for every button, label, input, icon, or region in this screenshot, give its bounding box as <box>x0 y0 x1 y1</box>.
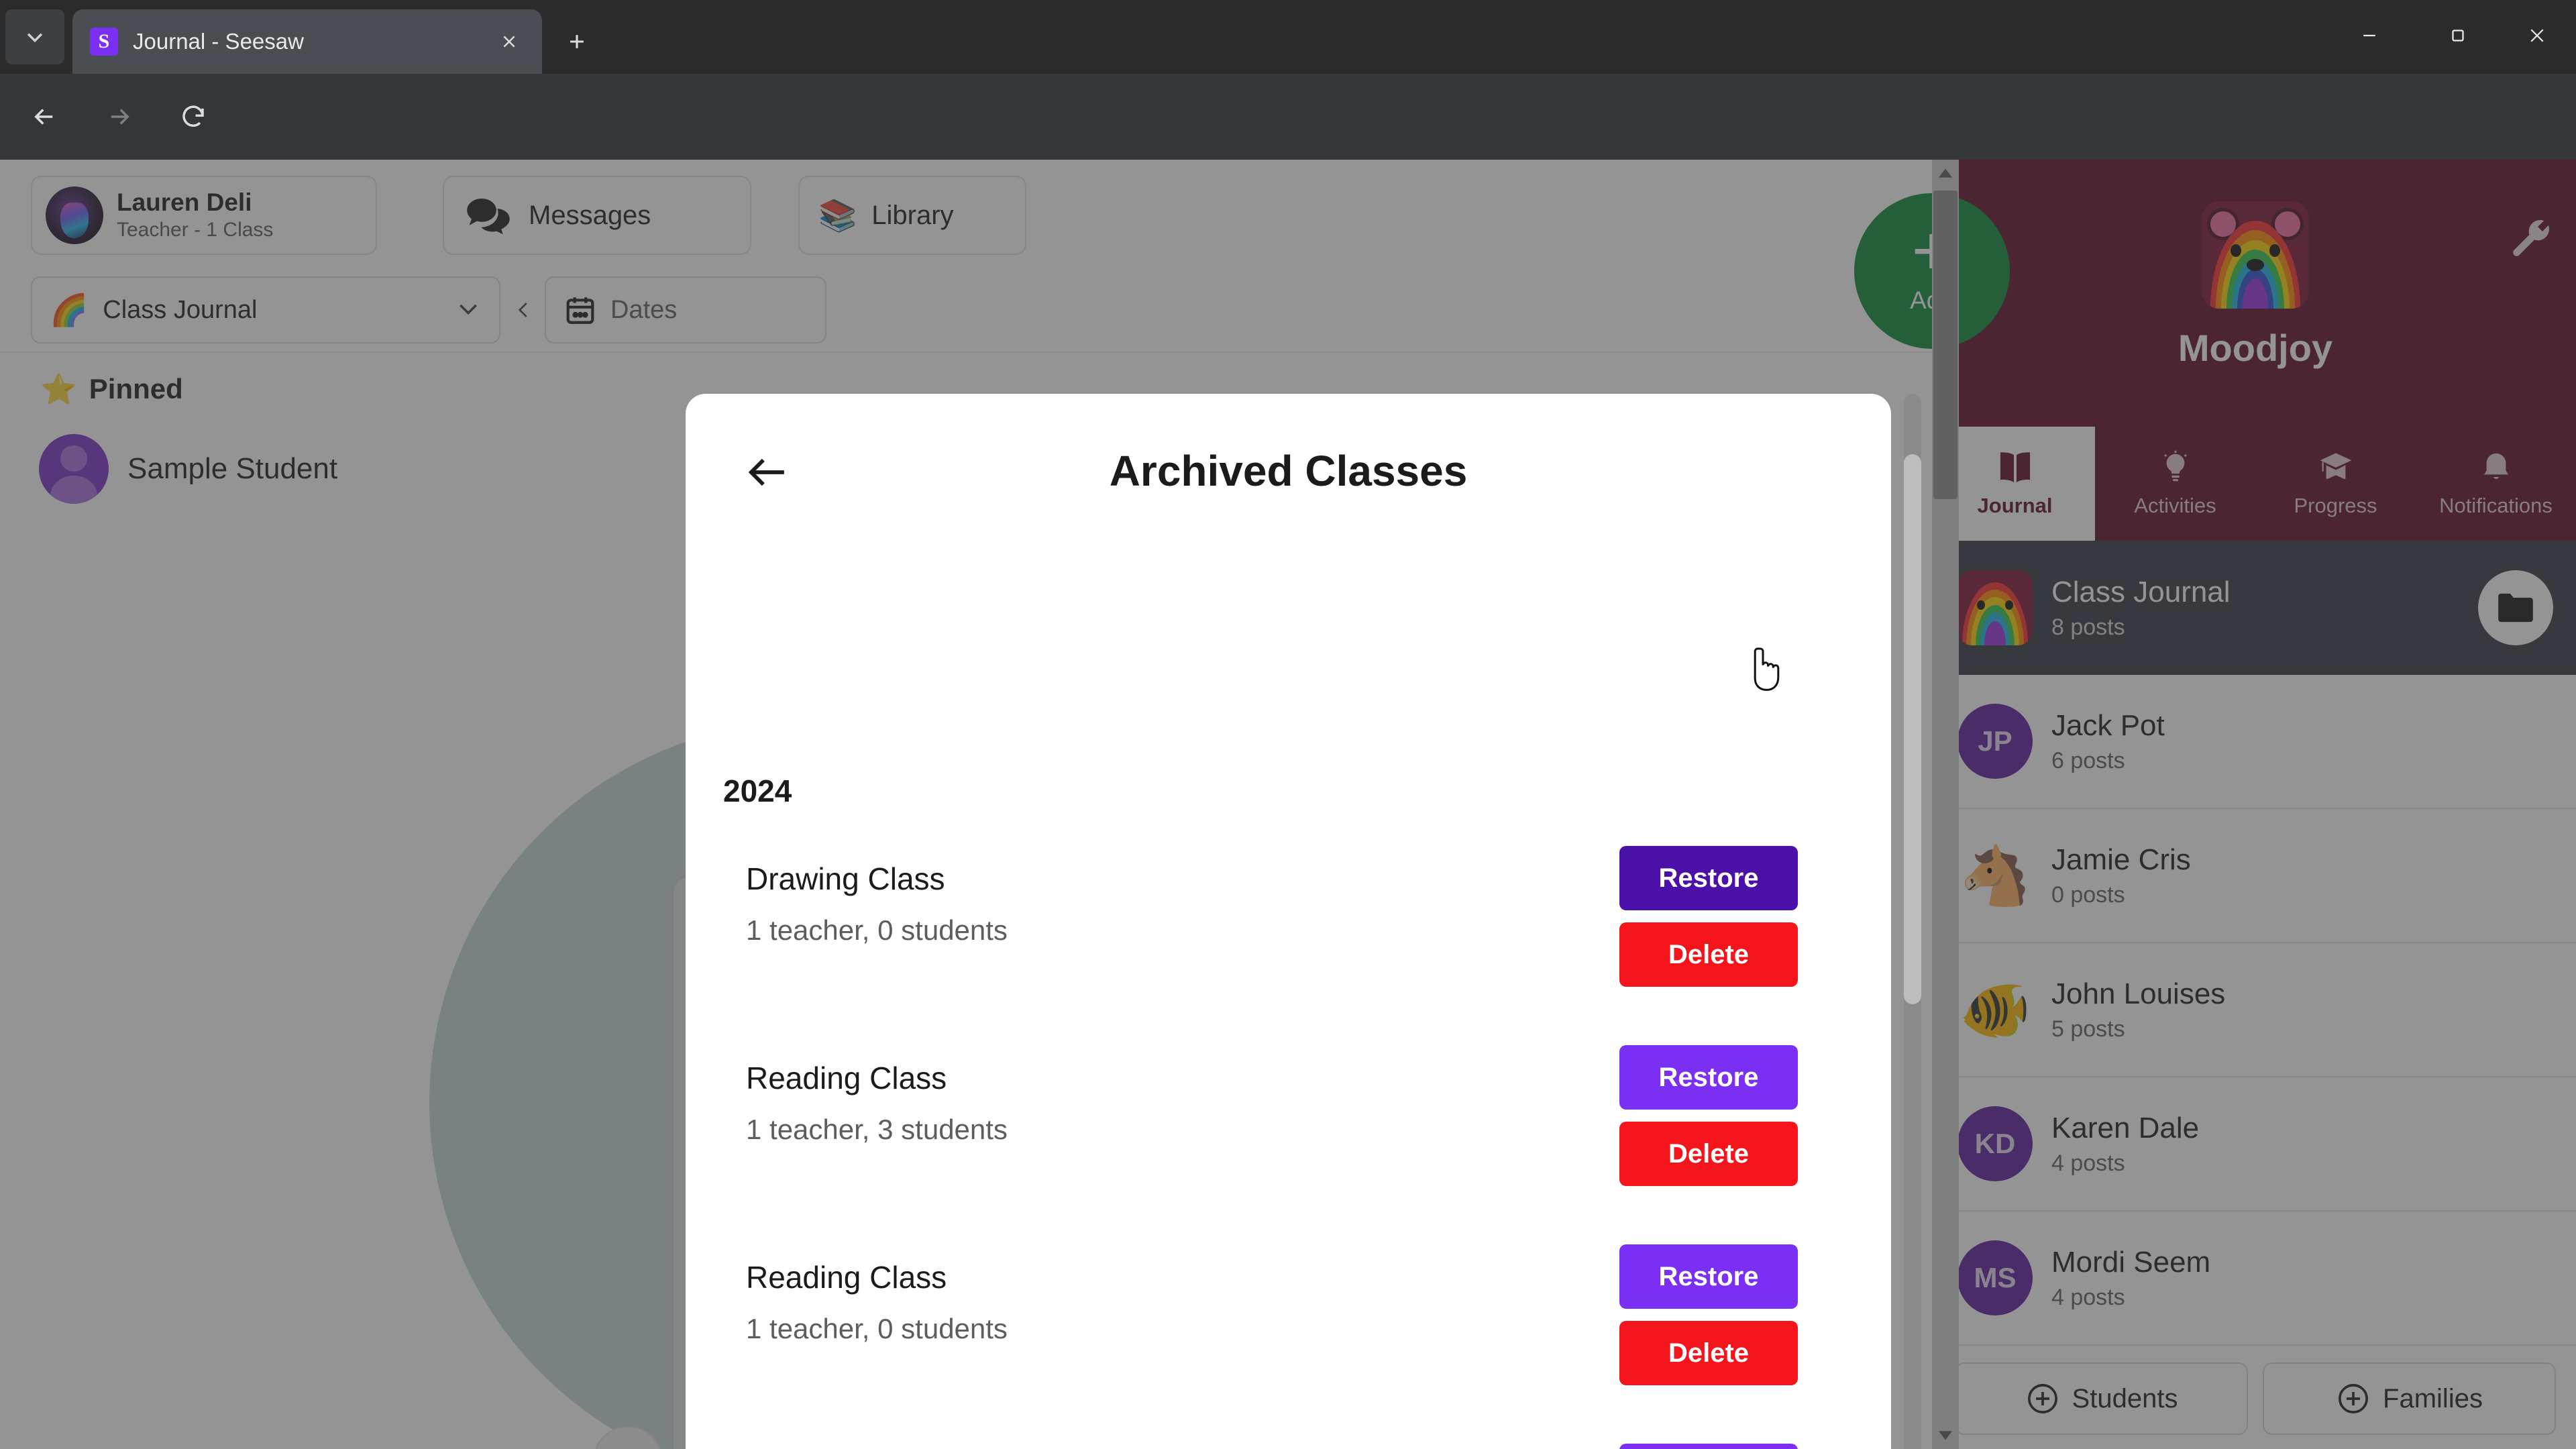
minimize-icon[interactable] <box>2340 13 2399 58</box>
restore-button[interactable]: Restore <box>1619 1444 1798 1449</box>
tab-title: Journal - Seesaw <box>133 29 304 54</box>
modal-scrollbar[interactable] <box>1904 394 1921 1449</box>
restore-button[interactable]: Restore <box>1619 1045 1798 1110</box>
navigation-toolbar: app.seesaw.me/#/class/class.e01bf4c2-9a2… <box>0 74 2576 219</box>
archived-classes-dialog: Archived Classes 2024 Drawing Class 1 te… <box>686 394 1891 1449</box>
class-name: Reading Class <box>746 1061 947 1095</box>
back-arrow-icon[interactable] <box>19 91 70 142</box>
class-meta: 1 teacher, 0 students <box>746 914 1008 946</box>
table-row: Drawing Class 1 teacher, 0 students Rest… <box>686 823 1891 1022</box>
page-title: Archived Classes <box>1109 447 1468 495</box>
year-heading: 2024 <box>723 773 792 808</box>
mouse-cursor <box>1754 647 1780 691</box>
delete-button[interactable]: Delete <box>1619 1321 1798 1385</box>
tab-search-button[interactable] <box>5 9 64 64</box>
restore-button[interactable]: Restore <box>1619 1244 1798 1309</box>
delete-button[interactable]: Delete <box>1619 1122 1798 1186</box>
window-close-icon[interactable] <box>2508 13 2567 58</box>
table-row: Reading 1 teacher, 0 students Restore De… <box>686 1421 1891 1449</box>
new-tab-button[interactable] <box>557 21 597 62</box>
browser-tab[interactable]: S Journal - Seesaw <box>72 9 542 74</box>
close-icon[interactable] <box>494 26 525 57</box>
table-row: Reading Class 1 teacher, 3 students Rest… <box>686 1022 1891 1222</box>
reload-icon[interactable] <box>168 91 219 142</box>
maximize-icon[interactable] <box>2428 13 2487 58</box>
restore-button[interactable]: Restore <box>1619 846 1798 910</box>
class-meta: 1 teacher, 3 students <box>746 1114 1008 1145</box>
browser-window: S Journal - Seesaw Archived Classes 2024… <box>0 0 2576 1449</box>
delete-button[interactable]: Delete <box>1619 922 1798 987</box>
forward-arrow-icon[interactable] <box>94 91 145 142</box>
scrollbar-thumb[interactable] <box>1904 454 1921 1004</box>
table-row: Reading Class 1 teacher, 0 students Rest… <box>686 1222 1891 1421</box>
page-viewport: Lauren Deli Teacher - 1 Class Messages 📚… <box>0 160 2576 1449</box>
tab-strip: S Journal - Seesaw <box>0 0 2576 74</box>
class-meta: 1 teacher, 0 students <box>746 1313 1008 1344</box>
seesaw-favicon: S <box>90 28 118 56</box>
archived-classes-list: Drawing Class 1 teacher, 0 students Rest… <box>686 823 1891 1449</box>
class-name: Reading Class <box>746 1260 947 1295</box>
class-name: Drawing Class <box>746 861 945 896</box>
